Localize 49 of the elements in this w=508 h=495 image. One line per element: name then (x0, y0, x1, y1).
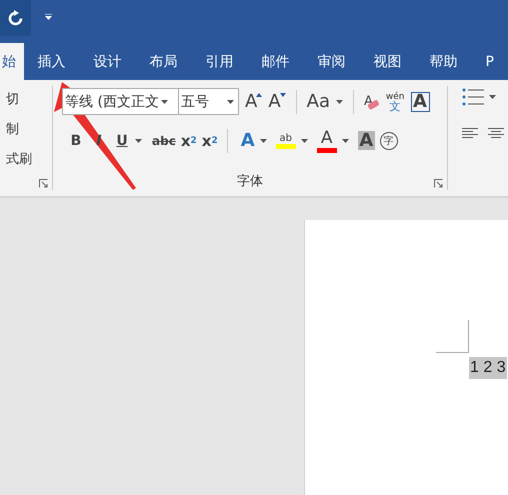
ribbon-tab[interactable]: 始 (0, 43, 24, 80)
character-border-button[interactable]: A (410, 92, 430, 112)
dialog-launcher-icon[interactable] (39, 179, 48, 188)
ribbon-tab[interactable]: 布局 (136, 43, 192, 80)
ribbon-tab[interactable]: P (472, 43, 508, 80)
align-left-icon[interactable] (462, 128, 478, 138)
customize-icon[interactable] (45, 14, 52, 20)
ribbon-tab[interactable]: 设计 (80, 43, 136, 80)
shrink-font-button[interactable]: A (268, 90, 286, 112)
ribbon-tab[interactable]: 邮件 (248, 43, 304, 80)
clipboard-command[interactable]: 制 (6, 120, 52, 138)
bold-button[interactable]: B (68, 130, 84, 152)
down-triangle-icon (280, 92, 286, 96)
caret-icon (342, 138, 349, 142)
script-button[interactable]: x$^{2}$ (202, 130, 218, 152)
ribbon-tab[interactable]: 视图 (360, 43, 416, 80)
character-shading-button[interactable]: A (358, 131, 375, 150)
caret-icon (260, 138, 267, 142)
bullet-list-icon[interactable] (462, 88, 484, 106)
caret-icon (300, 138, 308, 142)
grow-font-button[interactable]: A (245, 90, 262, 112)
caret-icon (227, 100, 234, 104)
change-case-button[interactable]: Aa (306, 90, 330, 112)
phonetic-guide-button[interactable]: wén 文 (386, 90, 405, 112)
ribbon-tab[interactable]: 帮助 (416, 43, 472, 80)
clipboard-command[interactable]: 式刷 (6, 150, 52, 168)
enclose-character-button[interactable]: 字 (380, 132, 398, 150)
highlight-button[interactable]: ab (276, 128, 296, 154)
group-label: 字体 (236, 173, 264, 190)
margin-mark (436, 320, 469, 353)
font-color-button[interactable]: A (316, 128, 337, 154)
up-triangle-icon (256, 92, 262, 96)
font-name-field[interactable]: 等线 (西文正文 (62, 88, 179, 115)
caret-icon (489, 95, 496, 99)
caret-icon (160, 100, 168, 104)
document-text[interactable]: 1 2 3 (469, 357, 507, 379)
ribbon-tab[interactable]: 审阅 (304, 43, 360, 80)
ribbon-tab[interactable]: 插入 (24, 43, 80, 80)
dialog-launcher-icon[interactable] (434, 179, 443, 188)
caret-icon (336, 100, 343, 104)
ribbon-tab[interactable]: 引用 (192, 43, 248, 80)
font-size-field[interactable]: 五号 (178, 88, 239, 115)
align-center-icon[interactable] (488, 128, 504, 138)
strikethrough-button[interactable]: abc (152, 130, 176, 152)
clipboard-command[interactable]: 切 (6, 90, 52, 108)
underline-button[interactable]: U (114, 130, 130, 152)
caret-icon (135, 138, 142, 142)
text-effects-button[interactable]: A (240, 130, 255, 152)
redo-icon[interactable] (7, 10, 24, 26)
